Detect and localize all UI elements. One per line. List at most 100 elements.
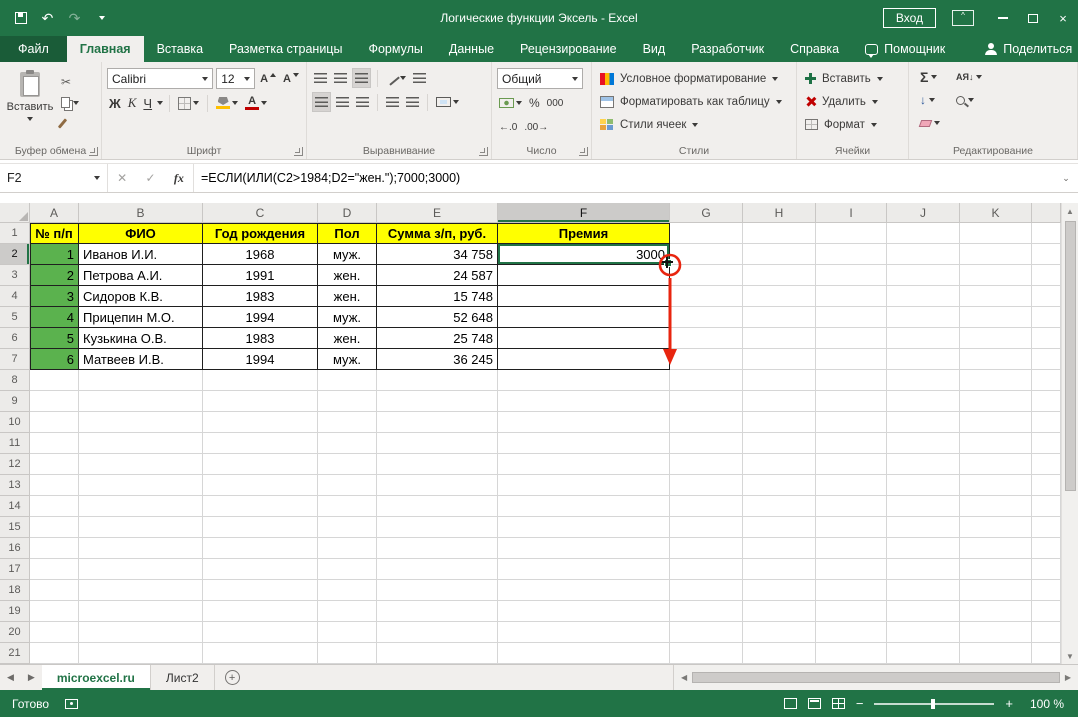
cell-G21[interactable] bbox=[670, 643, 743, 664]
cell-G9[interactable] bbox=[670, 391, 743, 412]
hscroll-right-icon[interactable]: ▶ bbox=[1060, 673, 1076, 682]
cell-G8[interactable] bbox=[670, 370, 743, 391]
row-header-12[interactable]: 12 bbox=[0, 454, 30, 475]
cell-G14[interactable] bbox=[670, 496, 743, 517]
cell-E8[interactable] bbox=[377, 370, 498, 391]
cell-J2[interactable] bbox=[887, 244, 960, 265]
borders-button[interactable] bbox=[176, 93, 201, 113]
percent-style-button[interactable]: % bbox=[527, 93, 542, 113]
formula-input[interactable]: =ЕСЛИ(ИЛИ(C2>1984;D2="жен.");7000;3000) bbox=[194, 164, 1054, 192]
underline-dropdown-icon[interactable] bbox=[157, 101, 163, 105]
cell-H5[interactable] bbox=[743, 307, 816, 328]
cell-E1[interactable]: Сумма з/п, руб. bbox=[377, 223, 498, 244]
align-top-button[interactable] bbox=[312, 68, 329, 88]
font-color-button[interactable]: А bbox=[243, 93, 269, 113]
cell-I18[interactable] bbox=[816, 580, 887, 601]
cell-C1[interactable]: Год рождения bbox=[203, 223, 318, 244]
cell-B17[interactable] bbox=[79, 559, 203, 580]
font-dialog-launcher-icon[interactable] bbox=[294, 147, 303, 156]
cell-A10[interactable] bbox=[30, 412, 79, 433]
cell-I9[interactable] bbox=[816, 391, 887, 412]
cancel-icon[interactable]: ✕ bbox=[117, 171, 127, 185]
row-header-9[interactable]: 9 bbox=[0, 391, 30, 412]
cell-H10[interactable] bbox=[743, 412, 816, 433]
vertical-scrollbar[interactable]: ▲ ▼ bbox=[1061, 203, 1078, 664]
cell-H17[interactable] bbox=[743, 559, 816, 580]
cell-F2[interactable]: 3000 bbox=[498, 244, 670, 265]
cell-H1[interactable] bbox=[743, 223, 816, 244]
cell-K11[interactable] bbox=[960, 433, 1032, 454]
cell-G12[interactable] bbox=[670, 454, 743, 475]
row-header-15[interactable]: 15 bbox=[0, 517, 30, 538]
cell-I20[interactable] bbox=[816, 622, 887, 643]
cell-D12[interactable] bbox=[318, 454, 377, 475]
cell-A11[interactable] bbox=[30, 433, 79, 454]
cell-J20[interactable] bbox=[887, 622, 960, 643]
cell-J18[interactable] bbox=[887, 580, 960, 601]
cell-A2[interactable]: 1 bbox=[30, 244, 79, 265]
cell-A17[interactable] bbox=[30, 559, 79, 580]
new-sheet-button[interactable]: + bbox=[215, 665, 250, 690]
row-header-2[interactable]: 2 bbox=[0, 244, 30, 265]
zoom-in-button[interactable]: + bbox=[1005, 696, 1013, 711]
cell-C5[interactable]: 1994 bbox=[203, 307, 318, 328]
cell-C3[interactable]: 1991 bbox=[203, 265, 318, 286]
row-header-13[interactable]: 13 bbox=[0, 475, 30, 496]
cell-J17[interactable] bbox=[887, 559, 960, 580]
row-header-1[interactable]: 1 bbox=[0, 223, 30, 244]
cell-I13[interactable] bbox=[816, 475, 887, 496]
clipboard-dialog-launcher-icon[interactable] bbox=[89, 147, 98, 156]
underline-button[interactable]: Ч bbox=[141, 93, 154, 113]
cell-B12[interactable] bbox=[79, 454, 203, 475]
row-header-20[interactable]: 20 bbox=[0, 622, 30, 643]
cell-I10[interactable] bbox=[816, 412, 887, 433]
cell-K16[interactable] bbox=[960, 538, 1032, 559]
tab-help[interactable]: Справка bbox=[777, 36, 852, 62]
cell-H20[interactable] bbox=[743, 622, 816, 643]
undo-button[interactable]: ↶ bbox=[35, 5, 60, 31]
cell-I15[interactable] bbox=[816, 517, 887, 538]
format-painter-button[interactable] bbox=[61, 116, 79, 131]
cell-J4[interactable] bbox=[887, 286, 960, 307]
font-name-select[interactable]: Calibri bbox=[107, 68, 213, 89]
cell-B13[interactable] bbox=[79, 475, 203, 496]
cell-F4[interactable] bbox=[498, 286, 670, 307]
view-page-break-icon[interactable] bbox=[832, 698, 845, 709]
cell-B16[interactable] bbox=[79, 538, 203, 559]
cell-J8[interactable] bbox=[887, 370, 960, 391]
cell-J10[interactable] bbox=[887, 412, 960, 433]
cell-B18[interactable] bbox=[79, 580, 203, 601]
copy-button[interactable] bbox=[61, 95, 79, 110]
sign-in-button[interactable]: Вход bbox=[883, 8, 936, 28]
cell-J12[interactable] bbox=[887, 454, 960, 475]
column-header-K[interactable]: K bbox=[960, 203, 1032, 223]
column-header-B[interactable]: B bbox=[79, 203, 203, 223]
column-header-J[interactable]: J bbox=[887, 203, 960, 223]
cell-I7[interactable] bbox=[816, 349, 887, 370]
cell-B11[interactable] bbox=[79, 433, 203, 454]
cell-K12[interactable] bbox=[960, 454, 1032, 475]
cell-I4[interactable] bbox=[816, 286, 887, 307]
scroll-up-icon[interactable]: ▲ bbox=[1062, 203, 1078, 219]
cell-G10[interactable] bbox=[670, 412, 743, 433]
cell-F16[interactable] bbox=[498, 538, 670, 559]
cell-C21[interactable] bbox=[203, 643, 318, 664]
cell-E18[interactable] bbox=[377, 580, 498, 601]
cell-E3[interactable]: 24 587 bbox=[377, 265, 498, 286]
cell-G16[interactable] bbox=[670, 538, 743, 559]
tab-file[interactable]: Файл bbox=[0, 36, 67, 62]
cell-E21[interactable] bbox=[377, 643, 498, 664]
cell-C6[interactable]: 1983 bbox=[203, 328, 318, 349]
tab-insert[interactable]: Вставка bbox=[144, 36, 216, 62]
cell-B2[interactable]: Иванов И.И. bbox=[79, 244, 203, 265]
cell-J11[interactable] bbox=[887, 433, 960, 454]
autosum-button[interactable]: Σ bbox=[920, 68, 940, 86]
column-header-G[interactable]: G bbox=[670, 203, 743, 223]
row-header-10[interactable]: 10 bbox=[0, 412, 30, 433]
clear-button[interactable] bbox=[920, 114, 940, 132]
tab-page-layout[interactable]: Разметка страницы bbox=[216, 36, 355, 62]
cell-K3[interactable] bbox=[960, 265, 1032, 286]
align-middle-button[interactable] bbox=[332, 68, 349, 88]
cell-E16[interactable] bbox=[377, 538, 498, 559]
cell-G17[interactable] bbox=[670, 559, 743, 580]
